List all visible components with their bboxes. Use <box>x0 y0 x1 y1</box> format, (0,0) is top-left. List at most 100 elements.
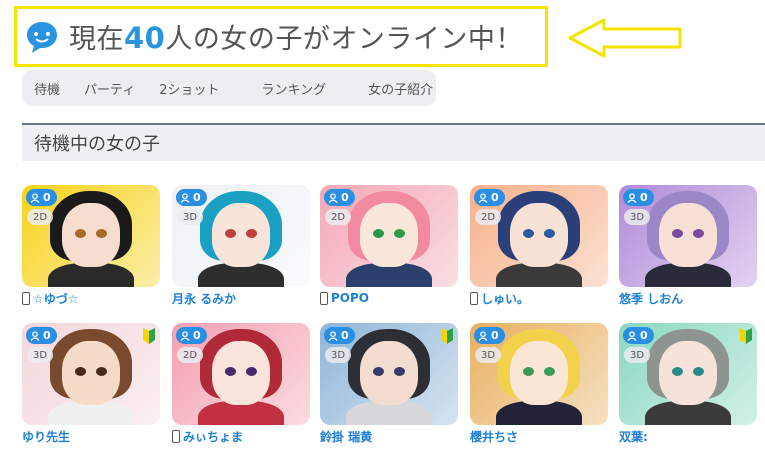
girl-card[interactable]: 0 3D ゆり先生 <box>22 323 160 444</box>
girl-name-text: 双葉: <box>619 429 648 444</box>
avatar-face <box>212 203 270 267</box>
avatar-eye <box>75 367 86 376</box>
beginner-mark-icon <box>441 328 453 344</box>
girl-thumbnail[interactable]: 0 3D <box>172 185 310 287</box>
girl-name-text: みぃちょま <box>183 429 244 444</box>
chat-bubble-icon <box>23 18 61 56</box>
viewer-count: 0 <box>491 329 499 342</box>
girl-thumbnail[interactable]: 0 3D <box>619 323 757 425</box>
avatar-face <box>62 341 120 405</box>
girl-thumbnail[interactable]: 0 3D <box>470 323 608 425</box>
dimension-badge: 3D <box>325 347 352 363</box>
girl-name-text: POPO <box>331 291 369 305</box>
girl-thumbnail[interactable]: 0 2D <box>470 185 608 287</box>
dimension-badge: 2D <box>27 209 54 225</box>
girl-name-text: 鈴掛 瑞黄 <box>320 429 373 444</box>
viewer-count-badge: 0 <box>474 327 505 344</box>
nav-item-two-shot[interactable]: 2ショット <box>159 79 219 98</box>
girl-name[interactable]: 悠季 しおん <box>619 290 757 306</box>
viewer-count: 0 <box>341 191 349 204</box>
dimension-badge: 2D <box>475 209 502 225</box>
girl-card[interactable]: 0 2D POPO <box>320 185 458 306</box>
viewer-count: 0 <box>43 329 51 342</box>
avatar-eye <box>394 367 405 376</box>
girl-name[interactable]: しゅい。 <box>470 290 608 306</box>
nav-item-waiting[interactable]: 待機 <box>34 79 60 98</box>
avatar-eye <box>523 229 534 238</box>
viewer-count: 0 <box>341 329 349 342</box>
avatar-eye <box>225 367 236 376</box>
left-arrow-icon <box>568 18 682 58</box>
avatar-eye <box>96 367 107 376</box>
girl-thumbnail[interactable]: 0 3D <box>619 185 757 287</box>
girl-card[interactable]: 0 3D 櫻井ちさ <box>470 323 608 444</box>
girl-card[interactable]: 0 2D みぃちょま <box>172 323 310 444</box>
user-icon <box>328 192 338 203</box>
avatar-eye <box>373 367 384 376</box>
user-icon <box>30 192 40 203</box>
viewer-count: 0 <box>640 191 648 204</box>
dimension-badge: 2D <box>177 347 204 363</box>
avatar-eye <box>544 367 555 376</box>
girl-thumbnail[interactable]: 0 2D <box>320 185 458 287</box>
girl-card[interactable]: 0 2D しゅい。 <box>470 185 608 306</box>
girl-name-text: しゅい。 <box>481 291 530 306</box>
girl-name[interactable]: ☆ゆづ☆ <box>22 290 160 306</box>
dimension-badge: 3D <box>624 347 651 363</box>
girl-name[interactable]: みぃちょま <box>172 428 310 444</box>
avatar-face <box>510 341 568 405</box>
viewer-count-badge: 0 <box>26 327 57 344</box>
girl-card[interactable]: 0 3D 悠季 しおん <box>619 185 757 306</box>
viewer-count: 0 <box>193 191 201 204</box>
user-icon <box>180 330 190 341</box>
girl-name[interactable]: ゆり先生 <box>22 428 160 444</box>
avatar-eye <box>672 229 683 238</box>
sub-navigation: 待機 パーティ 2ショット ランキング 女の子紹介 <box>22 70 436 106</box>
girl-name[interactable]: 月永 るみか <box>172 290 310 306</box>
online-count-banner: 現在40人の女の子がオンライン中！ <box>14 6 548 67</box>
girl-name-text: 悠季 しおん <box>619 291 684 306</box>
dimension-badge: 3D <box>475 347 502 363</box>
beginner-mark-icon <box>740 328 752 344</box>
viewer-count-badge: 0 <box>176 189 207 206</box>
girl-name[interactable]: 鈴掛 瑞黄 <box>320 428 458 444</box>
girl-name-text: 櫻井ちさ <box>470 429 519 444</box>
smartphone-icon <box>470 291 478 305</box>
girl-card[interactable]: 0 3D 双葉: <box>619 323 757 444</box>
online-count: 40 <box>124 21 166 55</box>
viewer-count: 0 <box>43 191 51 204</box>
viewer-count: 0 <box>640 329 648 342</box>
girl-thumbnail[interactable]: 0 2D <box>172 323 310 425</box>
smartphone-icon <box>22 291 30 305</box>
avatar-eye <box>523 367 534 376</box>
girl-name-text: ☆ゆづ☆ <box>33 291 79 306</box>
girl-thumbnail[interactable]: 0 3D <box>320 323 458 425</box>
girl-thumbnail[interactable]: 0 3D <box>22 323 160 425</box>
avatar-eye <box>544 229 555 238</box>
smartphone-icon <box>320 291 328 305</box>
girl-name[interactable]: 双葉: <box>619 428 757 444</box>
dimension-badge: 2D <box>325 209 352 225</box>
girl-name[interactable]: POPO <box>320 290 458 306</box>
girl-card[interactable]: 0 3D 月永 るみか <box>172 185 310 306</box>
nav-item-ranking[interactable]: ランキング <box>262 79 327 98</box>
nav-item-girl-intro[interactable]: 女の子紹介 <box>368 79 433 98</box>
avatar-eye <box>96 229 107 238</box>
girl-name-text: 月永 るみか <box>172 291 237 306</box>
user-icon <box>627 192 637 203</box>
girl-card[interactable]: 0 2D ☆ゆづ☆ <box>22 185 160 306</box>
dimension-badge: 3D <box>27 347 54 363</box>
girl-name[interactable]: 櫻井ちさ <box>470 428 608 444</box>
viewer-count: 0 <box>193 329 201 342</box>
girl-card[interactable]: 0 3D 鈴掛 瑞黄 <box>320 323 458 444</box>
viewer-count-badge: 0 <box>324 327 355 344</box>
girl-thumbnail[interactable]: 0 2D <box>22 185 160 287</box>
section-title: 待機中の女の子 <box>34 134 160 155</box>
viewer-count-badge: 0 <box>623 189 654 206</box>
headline-suffix: 人の女の子がオンライン中！ <box>165 24 523 55</box>
nav-item-party[interactable]: パーティ <box>84 79 135 98</box>
user-icon <box>478 330 488 341</box>
dimension-badge: 3D <box>177 209 204 225</box>
girl-name-text: ゆり先生 <box>22 429 71 444</box>
avatar-face <box>360 341 418 405</box>
